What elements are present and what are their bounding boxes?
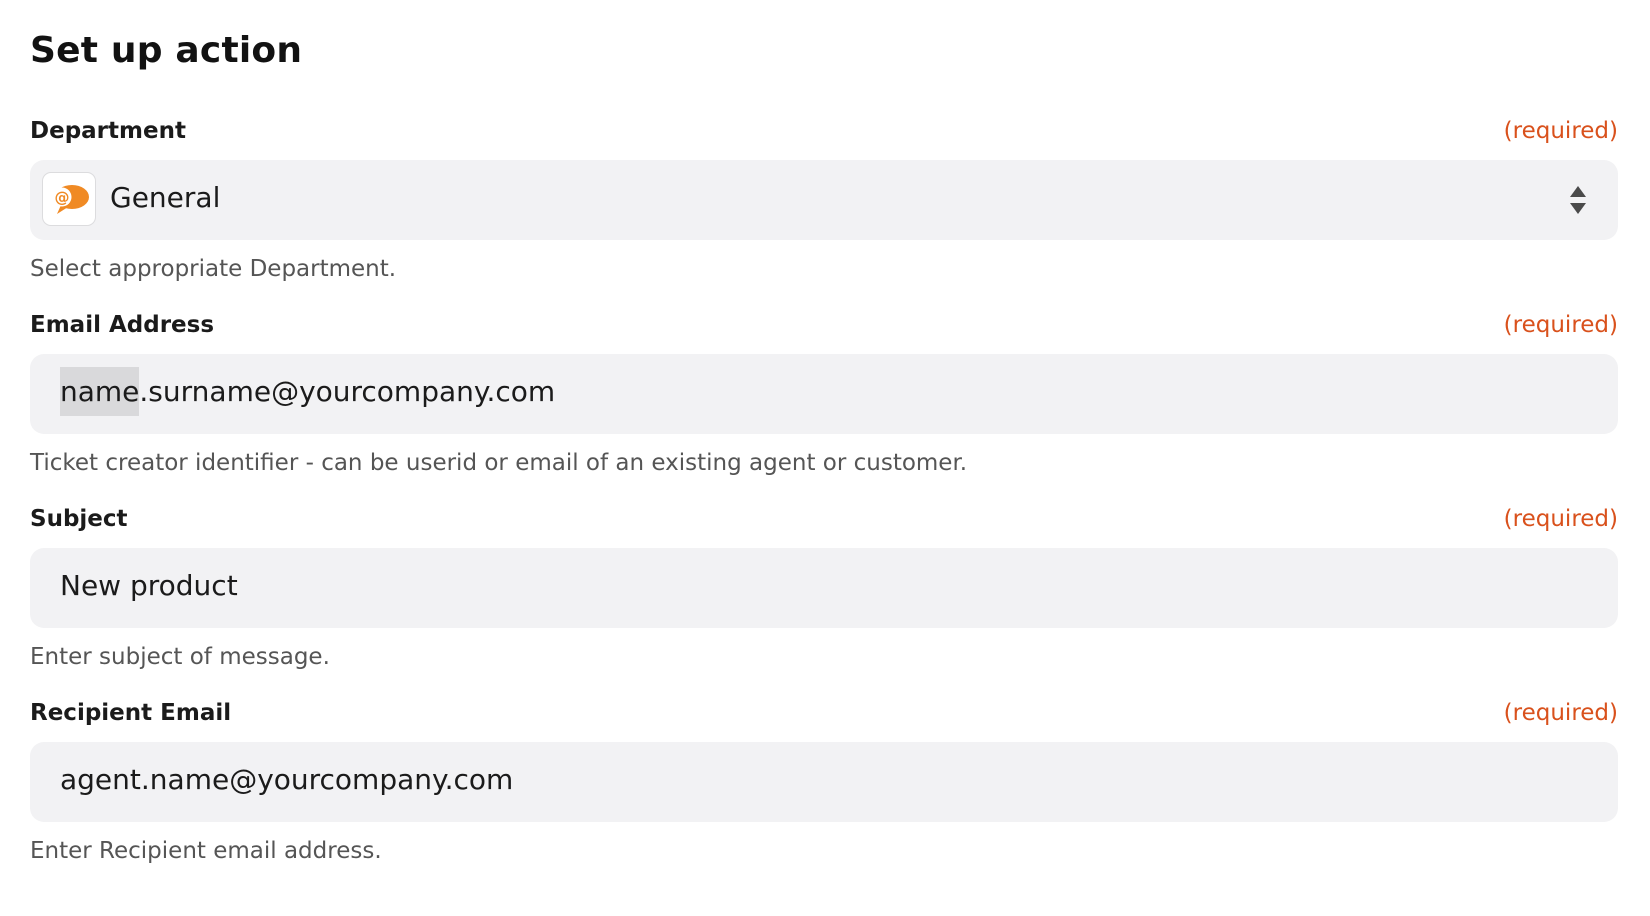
page-title: Set up action xyxy=(30,30,303,71)
recipient-email-help-text: Enter Recipient email address. xyxy=(30,838,382,864)
email-address-header: Email Address (required) xyxy=(30,312,1618,344)
recipient-email-value: agent.name@yourcompany.com xyxy=(60,763,514,796)
subject-field: Subject (required) New product Enter sub… xyxy=(30,506,1618,670)
department-selected-value: General xyxy=(110,181,221,214)
department-help-text: Select appropriate Department. xyxy=(30,256,397,282)
svg-text:@: @ xyxy=(55,189,70,207)
email-address-field: Email Address (required) name.surname@yo… xyxy=(30,312,1618,476)
department-required-indicator: (required) xyxy=(1503,118,1618,144)
email-address-input[interactable]: name.surname@yourcompany.com xyxy=(30,354,1618,434)
subject-label: Subject xyxy=(30,506,128,532)
subject-required-indicator: (required) xyxy=(1503,506,1618,532)
department-select[interactable]: @ General xyxy=(30,160,1618,240)
email-address-required-indicator: (required) xyxy=(1503,312,1618,338)
subject-input[interactable]: New product xyxy=(30,548,1618,628)
recipient-email-label: Recipient Email xyxy=(30,700,232,726)
email-address-label: Email Address xyxy=(30,312,215,338)
department-label: Department xyxy=(30,118,186,144)
email-address-value: name.surname@yourcompany.com xyxy=(60,367,556,416)
recipient-email-header: Recipient Email (required) xyxy=(30,700,1618,732)
email-address-selected-text: name xyxy=(60,367,140,416)
chat-bubble-at-icon: @ xyxy=(42,172,96,226)
select-updown-icon[interactable] xyxy=(1568,184,1588,216)
email-address-help-text: Ticket creator identifier - can be useri… xyxy=(30,450,968,476)
recipient-email-required-indicator: (required) xyxy=(1503,700,1618,726)
recipient-email-input[interactable]: agent.name@yourcompany.com xyxy=(30,742,1618,822)
email-address-value-rest: .surname@yourcompany.com xyxy=(139,375,556,408)
recipient-email-field: Recipient Email (required) agent.name@yo… xyxy=(30,700,1618,864)
subject-help-text: Enter subject of message. xyxy=(30,644,330,670)
subject-header: Subject (required) xyxy=(30,506,1618,538)
department-field: Department (required) @ General Select a xyxy=(30,118,1618,282)
setup-action-page: Set up action Department (required) @ Ge… xyxy=(0,0,1650,916)
subject-value: New product xyxy=(60,569,238,602)
department-header: Department (required) xyxy=(30,118,1618,150)
